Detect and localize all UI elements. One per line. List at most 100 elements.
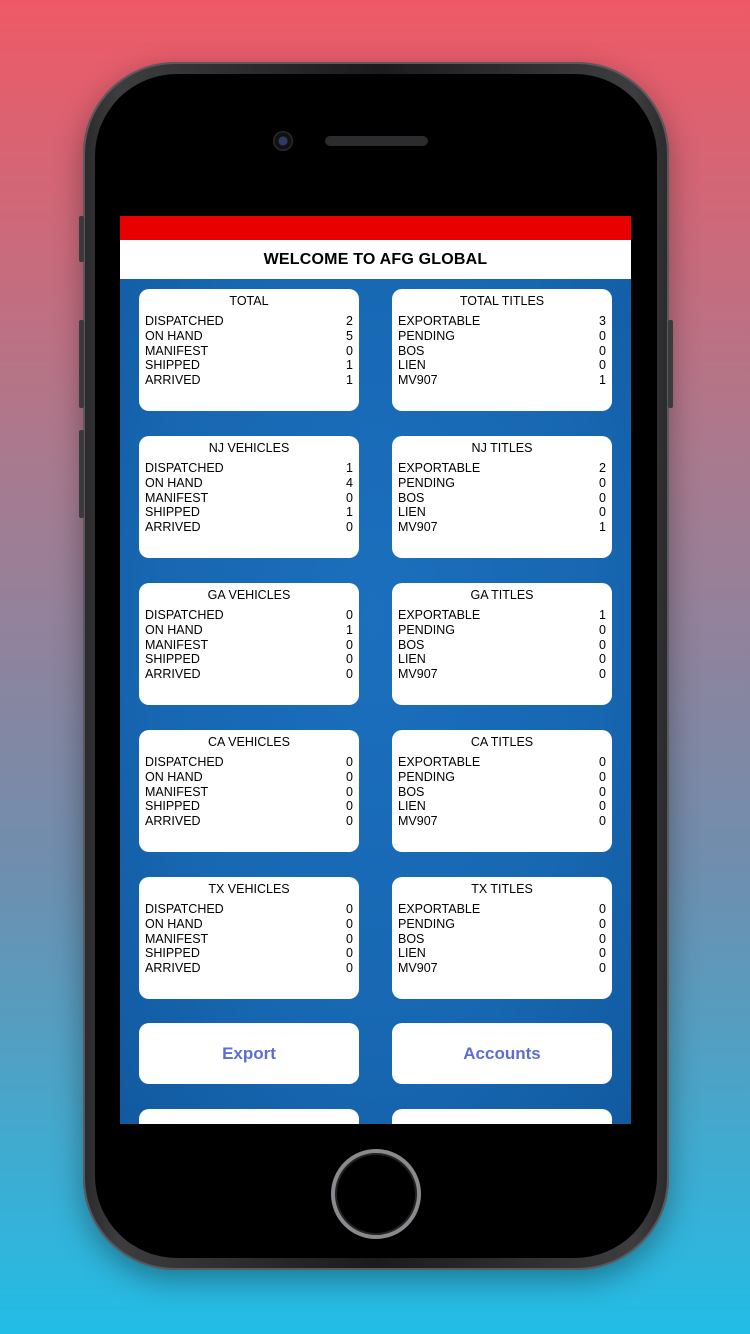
stat-value: 0: [346, 755, 353, 769]
card-ca-titles[interactable]: CA TITLES EXPORTABLE 0 PENDING 0 BOS 0 LIEN…: [392, 730, 612, 852]
stat-value: 5: [346, 328, 353, 343]
page-title: WELCOME TO AFG GLOBAL: [120, 240, 631, 280]
stat-row: ON HAND 5: [145, 329, 353, 344]
stat-label: EXPORTABLE: [398, 608, 481, 622]
stat-value: 0: [346, 652, 353, 667]
stat-row: DISPATCHED 1: [145, 461, 353, 476]
stat-label: PENDING: [398, 622, 455, 637]
card-ca-vehicles[interactable]: CA VEHICLES DISPATCHED 0 ON HAND 0 MANIFES…: [139, 730, 359, 852]
stat-row: EXPORTABLE 2: [398, 461, 606, 476]
stat-row: MANIFEST 0: [145, 638, 353, 653]
volume-up-button: [79, 320, 84, 408]
stat-label: MV907: [398, 373, 438, 388]
stat-row: ARRIVED 0: [145, 667, 353, 682]
stat-value: 1: [599, 373, 606, 388]
stat-value: 0: [346, 784, 353, 799]
stat-label: PENDING: [398, 475, 455, 490]
stat-label: EXPORTABLE: [398, 755, 481, 769]
stat-label: PENDING: [398, 769, 455, 784]
card-nj-vehicles[interactable]: NJ VEHICLES DISPATCHED 1 ON HAND 4 MANIFES…: [139, 436, 359, 558]
card-title: TOTAL TITLES: [459, 294, 545, 308]
stat-label: ARRIVED: [145, 667, 201, 682]
stat-label: ARRIVED: [145, 814, 201, 829]
stat-label: PENDING: [398, 328, 455, 343]
stat-value: 0: [599, 358, 606, 373]
stat-row: MV907 1: [398, 373, 606, 388]
stat-row: SHIPPED 1: [145, 358, 353, 373]
card-title: NJ TITLES: [471, 441, 533, 455]
stat-label: MV907: [398, 814, 438, 829]
export-button[interactable]: Export: [139, 1023, 359, 1084]
stat-row: BOS 0: [398, 344, 606, 359]
card-title: GA TITLES: [470, 588, 534, 602]
card-title: NJ VEHICLES: [208, 441, 290, 455]
stat-row: SHIPPED 1: [145, 505, 353, 520]
stat-row: DISPATCHED 0: [145, 608, 353, 623]
stat-row: ON HAND 0: [145, 770, 353, 785]
stat-label: LIEN: [398, 505, 426, 520]
front-camera-icon: [273, 131, 293, 151]
stat-row: LIEN 0: [398, 505, 606, 520]
home-button[interactable]: [331, 1149, 421, 1239]
stat-label: DISPATCHED: [145, 755, 224, 769]
stat-value: 0: [346, 490, 353, 505]
stat-label: BOS: [398, 784, 425, 799]
stat-value: 0: [599, 784, 606, 799]
stat-label: LIEN: [398, 652, 426, 667]
stat-value: 4: [346, 475, 353, 490]
card-ga-vehicles[interactable]: GA VEHICLES DISPATCHED 0 ON HAND 1 MANIFES…: [139, 583, 359, 705]
stat-row: ARRIVED 0: [145, 814, 353, 829]
stat-value: 0: [346, 637, 353, 652]
stat-value: 0: [599, 490, 606, 505]
stat-row: MV907 1: [398, 520, 606, 535]
stat-row: MANIFEST 0: [145, 785, 353, 800]
stat-row: ON HAND 1: [145, 623, 353, 638]
card-title: TX VEHICLES: [208, 882, 290, 896]
stat-value: 0: [599, 755, 606, 769]
stat-label: MV907: [398, 667, 438, 682]
stat-label: LIEN: [398, 799, 426, 814]
stat-row: BOS 0: [398, 932, 606, 947]
stat-value: 1: [346, 358, 353, 373]
stat-row: PENDING 0: [398, 476, 606, 491]
stat-value: 2: [599, 461, 606, 475]
dashboard: TOTAL DISPATCHED 2 ON HAND 5 MANIFEST 0 SHI…: [120, 279, 631, 1124]
stat-value: 0: [346, 343, 353, 358]
stat-value: 0: [346, 902, 353, 916]
stat-label: ON HAND: [145, 769, 203, 784]
card-total-titles[interactable]: TOTAL TITLES EXPORTABLE 3 PENDING 0 BOS 0 L…: [392, 289, 612, 411]
stat-row: DISPATCHED 2: [145, 314, 353, 329]
stat-label: ARRIVED: [145, 961, 201, 976]
card-ga-titles[interactable]: GA TITLES EXPORTABLE 1 PENDING 0 BOS 0 LIEN…: [392, 583, 612, 705]
card-title: GA VEHICLES: [207, 588, 291, 602]
stat-label: BOS: [398, 637, 425, 652]
card-tx-vehicles[interactable]: TX VEHICLES DISPATCHED 0 ON HAND 0 MANIFES…: [139, 877, 359, 999]
stat-row: ARRIVED 0: [145, 961, 353, 976]
stat-row: MANIFEST 0: [145, 491, 353, 506]
stat-value: 0: [599, 902, 606, 916]
stat-row: LIEN 0: [398, 652, 606, 667]
stat-value: 0: [346, 520, 353, 535]
card-nj-titles[interactable]: NJ TITLES EXPORTABLE 2 PENDING 0 BOS 0 LIEN…: [392, 436, 612, 558]
stat-label: MANIFEST: [145, 343, 209, 358]
card-title: TOTAL: [229, 294, 269, 308]
stat-row: BOS 0: [398, 491, 606, 506]
card-tx-titles[interactable]: TX TITLES EXPORTABLE 0 PENDING 0 BOS 0 LIEN…: [392, 877, 612, 999]
stat-label: SHIPPED: [145, 946, 200, 961]
stat-row: PENDING 0: [398, 329, 606, 344]
stat-row: ON HAND 4: [145, 476, 353, 491]
stat-row: DISPATCHED 0: [145, 755, 353, 770]
stat-label: ARRIVED: [145, 520, 201, 535]
stat-row: DISPATCHED 0: [145, 902, 353, 917]
stat-row: BOS 0: [398, 638, 606, 653]
partial-button-left[interactable]: [139, 1109, 359, 1124]
stat-value: 0: [599, 769, 606, 784]
stat-value: 0: [599, 475, 606, 490]
stat-label: DISPATCHED: [145, 461, 224, 475]
card-total[interactable]: TOTAL DISPATCHED 2 ON HAND 5 MANIFEST 0 SHI…: [139, 289, 359, 411]
stat-value: 1: [599, 608, 606, 622]
top-red-bar: [120, 216, 631, 240]
partial-button-right[interactable]: [392, 1109, 612, 1124]
accounts-button[interactable]: Accounts: [392, 1023, 612, 1084]
stat-label: MV907: [398, 961, 438, 976]
